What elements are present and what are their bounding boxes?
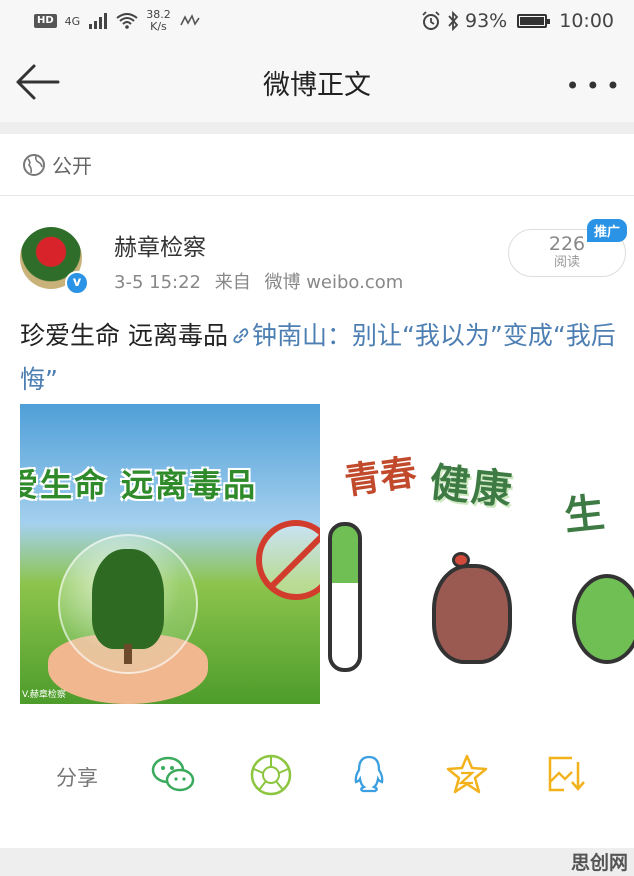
post-image-1[interactable]: 爱生命 远离毒品 V.赫章检察 — [20, 404, 320, 704]
post-meta: 3-5 15:22 来自 微博 weibo.com — [114, 268, 411, 294]
wifi-icon — [116, 13, 138, 29]
section-divider — [0, 122, 634, 134]
image2-text-3: 生 — [562, 490, 607, 540]
network-speed: 38.2 K/s — [146, 9, 171, 33]
save-image-icon[interactable] — [542, 752, 588, 798]
image1-credit: V.赫章检察 — [22, 690, 66, 700]
alarm-icon — [422, 11, 440, 30]
post-image-2[interactable]: 青春 健康 生 — [320, 404, 634, 704]
speed-unit: K/s — [150, 20, 167, 33]
hd-badge: HD — [34, 14, 57, 28]
battery-icon — [517, 14, 551, 28]
visibility-label: 公开 — [52, 154, 92, 178]
visibility-row: 公开 — [0, 134, 634, 196]
status-bar: HD 4G 38.2 K/s 93% 10:00 — [0, 0, 634, 42]
image2-text-1: 青春 — [341, 452, 420, 503]
qzone-icon[interactable] — [444, 752, 490, 798]
link-icon — [233, 328, 249, 344]
network-type: 4G — [64, 14, 81, 28]
clock: 10:00 — [559, 10, 614, 32]
tree-illustration — [92, 549, 164, 649]
image1-slogan: 爱生命 远离毒品 — [20, 466, 258, 504]
post-text-main: 珍爱生命 远离毒品 — [20, 321, 228, 350]
signal-icon — [89, 13, 108, 29]
tree-trunk — [124, 644, 132, 664]
no-drugs-sign-icon — [256, 520, 320, 600]
bluetooth-icon — [448, 11, 459, 31]
post-text: 珍爱生命 远离毒品 钟南山：别让“我以为”变成“我后悔” — [20, 314, 620, 402]
source-prefix: 来自 — [214, 272, 251, 293]
bottom-divider — [0, 848, 634, 876]
globe-icon — [23, 153, 45, 176]
post-header: v 赫章检察 3-5 15:22 来自 微博 weibo.com 226 阅读 … — [0, 197, 634, 305]
author-name[interactable]: 赫章检察 — [114, 228, 206, 262]
battery-level — [520, 17, 545, 25]
promote-badge[interactable]: 推广 — [587, 219, 628, 242]
share-bar: 分享 — [0, 740, 634, 810]
dino-cartoon — [572, 574, 634, 664]
battery-percent: 93% — [465, 10, 508, 32]
watermark: 思创网 — [570, 852, 628, 874]
app-notification-icon — [179, 14, 200, 26]
status-right: 93% 10:00 — [421, 10, 614, 32]
nav-bar: 微博正文 ••• — [0, 42, 634, 122]
verified-badge-icon: v — [65, 271, 89, 295]
page-title: 微博正文 — [263, 69, 371, 101]
potato-cartoon — [432, 564, 512, 664]
leek-cartoon — [328, 522, 362, 672]
image2-text-2: 健康 — [427, 459, 516, 515]
share-label: 分享 — [56, 766, 98, 790]
post-time: 3-5 15:22 — [114, 272, 201, 293]
wechat-icon[interactable] — [150, 752, 196, 798]
status-left: HD 4G 38.2 K/s — [34, 9, 201, 33]
reads-label: 阅读 — [553, 255, 580, 270]
more-options-button[interactable]: ••• — [566, 72, 626, 100]
back-arrow-icon[interactable] — [14, 62, 62, 102]
moments-icon[interactable] — [248, 752, 294, 798]
qq-icon[interactable] — [346, 752, 392, 798]
post-source: 微博 weibo.com — [264, 272, 404, 293]
